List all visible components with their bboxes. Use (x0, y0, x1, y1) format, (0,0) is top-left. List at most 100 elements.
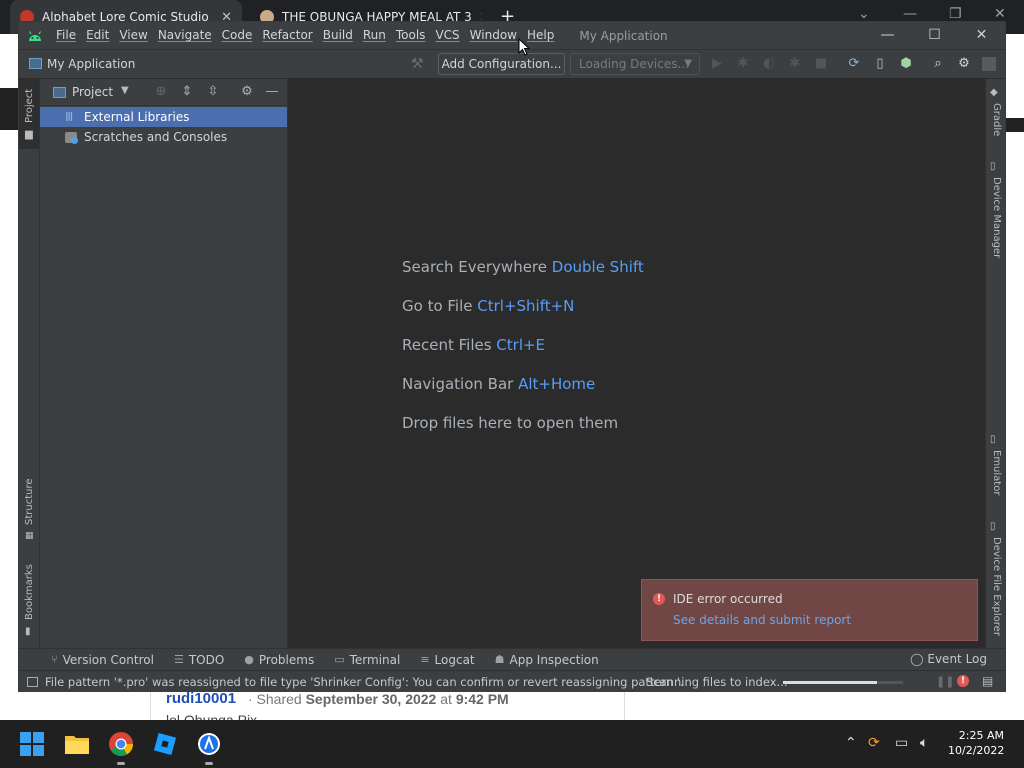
editor-empty-area[interactable]: Search Everywhere Double Shift Go to Fil… (287, 79, 985, 648)
tab-project[interactable]: Project (24, 89, 35, 123)
tab-terminal[interactable]: ▭ Terminal (334, 653, 400, 667)
notifications-icon[interactable]: ▤ (982, 674, 993, 688)
tab-device-manager[interactable]: Device Manager (991, 177, 1002, 258)
browser-minimize-icon[interactable]: — (903, 6, 917, 22)
toggle-tool-windows-icon[interactable] (27, 677, 38, 687)
device-manager-icon[interactable]: ▯ (872, 56, 888, 72)
network-icon[interactable]: ▭ (895, 735, 908, 751)
build-hammer-icon[interactable]: ⚒ (411, 56, 424, 72)
menu-build[interactable]: Build (318, 22, 358, 49)
menu-file[interactable]: File (51, 22, 81, 49)
right-tool-stripe: ◆ Gradle ▯ Device Manager ▯ Emulator ▯ D… (985, 79, 1005, 648)
project-panel: Project ▼ ⊕ ⇕ ⇳ ⚙ — Ⅲ External Libraries… (40, 79, 287, 648)
meta-at: at (436, 691, 456, 707)
tip-text: Recent Files (402, 336, 497, 354)
hide-panel-icon[interactable]: — (264, 84, 280, 99)
project-view-selector[interactable]: Project (72, 85, 113, 99)
add-configuration-button[interactable]: Add Configuration... (438, 53, 565, 75)
avatar[interactable] (982, 57, 996, 71)
tab-emulator[interactable]: Emulator (991, 450, 1002, 495)
file-explorer-icon[interactable] (64, 732, 90, 756)
chevron-down-icon: ▼ (684, 58, 692, 69)
chevron-down-icon[interactable]: ▼ (121, 85, 129, 96)
chevron-up-icon[interactable]: ⌃ (845, 735, 857, 751)
attach-debugger-icon[interactable]: ✱ (787, 56, 803, 72)
tab-search-icon[interactable]: ⌄ (858, 6, 870, 22)
volume-icon[interactable]: 🔈︎ (920, 735, 928, 751)
close-icon[interactable]: ✕ (958, 22, 1005, 49)
update-icon[interactable]: ⟳ (868, 735, 880, 751)
menu-tools[interactable]: Tools (391, 22, 431, 49)
minimize-icon[interactable]: — (864, 22, 911, 49)
structure-icon: ▦ (25, 531, 34, 541)
menu-run[interactable]: Run (358, 22, 391, 49)
gear-icon[interactable]: ⚙ (239, 84, 255, 99)
android-icon: ☗ (494, 653, 505, 666)
mouse-cursor-icon (518, 38, 530, 56)
tab-gradle[interactable]: Gradle (991, 103, 1002, 136)
clock[interactable]: 2:25 AM 10/2/2022 (948, 728, 1004, 758)
stop-icon[interactable]: ■ (813, 56, 829, 72)
gear-icon[interactable]: ⚙ (956, 56, 972, 72)
project-view-icon (53, 87, 66, 98)
gradle-icon: ◆ (990, 87, 998, 98)
info-icon: ● (244, 653, 254, 666)
sync-gradle-icon[interactable]: ⟳ (846, 56, 862, 72)
pause-icon[interactable]: ❚❚ (936, 675, 954, 688)
sdk-manager-icon[interactable]: ⬢ (898, 56, 914, 72)
browser-restore-icon[interactable]: ❐ (949, 6, 962, 22)
android-studio-running-indicator (205, 762, 213, 765)
tip-shortcut: Alt+Home (518, 375, 596, 393)
search-icon[interactable]: ⌕ (930, 56, 946, 72)
locate-file-icon[interactable]: ⊕ (153, 84, 169, 99)
menu-navigate[interactable]: Navigate (153, 22, 217, 49)
menu-window[interactable]: Window (465, 22, 522, 49)
roblox-studio-icon[interactable] (152, 731, 178, 757)
tab-app-inspection[interactable]: ☗ App Inspection (495, 653, 599, 667)
tab-device-file-explorer[interactable]: Device File Explorer (991, 537, 1002, 636)
clock-date: 10/2/2022 (948, 744, 1005, 757)
submit-report-link[interactable]: See details and submit report (673, 613, 851, 627)
profile-icon[interactable]: ◐ (761, 56, 777, 72)
tree-item-external-libraries[interactable]: Ⅲ External Libraries (40, 107, 287, 127)
tree-item-label: Scratches and Consoles (84, 130, 228, 144)
run-icon[interactable]: ▶ (709, 56, 725, 72)
menu-view[interactable]: View (114, 22, 152, 49)
windows-start-icon[interactable] (20, 732, 44, 756)
tip-search-everywhere: Search Everywhere Double Shift (402, 258, 644, 276)
menu-vcs[interactable]: VCS (430, 22, 464, 49)
tab-problems[interactable]: ● Problems (244, 653, 314, 667)
chrome-icon[interactable] (108, 731, 134, 757)
device-manager-icon: ▯ (990, 161, 996, 172)
tab-todo[interactable]: ☰ TODO (174, 653, 224, 667)
maximize-icon[interactable]: ☐ (911, 22, 958, 49)
project-breadcrumb[interactable]: My Application (47, 57, 135, 71)
tool-label: Event Log (927, 652, 987, 666)
menu-edit[interactable]: Edit (81, 22, 114, 49)
expand-all-icon[interactable]: ⇕ (179, 84, 195, 99)
device-selector-label: Loading Devices... (579, 57, 689, 71)
status-message[interactable]: File pattern '*.pro' was reassigned to f… (45, 675, 684, 689)
page-side-element (1006, 118, 1024, 132)
debug-icon[interactable]: ✱ (735, 56, 751, 72)
device-selector[interactable]: Loading Devices... ▼ (570, 53, 700, 75)
menu-code[interactable]: Code (217, 22, 258, 49)
collapse-all-icon[interactable]: ⇳ (205, 84, 221, 99)
tip-shortcut: Ctrl+Shift+N (477, 297, 575, 315)
background-task-label[interactable]: Scanning files to index... (646, 675, 787, 689)
browser-close-icon[interactable]: ✕ (994, 6, 1006, 22)
tab-structure[interactable]: Structure (24, 478, 35, 525)
tool-label: Logcat (434, 652, 475, 667)
tab-logcat[interactable]: ≡ Logcat (420, 653, 474, 667)
tip-shortcut: Double Shift (551, 258, 644, 276)
ide-error-icon[interactable]: ! (957, 675, 969, 687)
tab-event-log[interactable]: ◯ Event Log (910, 652, 987, 666)
comment-username-link[interactable]: rudi10001 (166, 690, 236, 707)
tab-bookmarks[interactable]: Bookmarks (24, 564, 35, 620)
tree-item-scratches[interactable]: Scratches and Consoles (40, 127, 287, 147)
tab-version-control[interactable]: ⑂ Version Control (51, 653, 154, 667)
bookmark-icon: ▮ (25, 626, 31, 637)
menu-refactor[interactable]: Refactor (257, 22, 317, 49)
indexing-progress-bar[interactable] (783, 681, 903, 684)
android-studio-icon[interactable] (196, 731, 222, 757)
